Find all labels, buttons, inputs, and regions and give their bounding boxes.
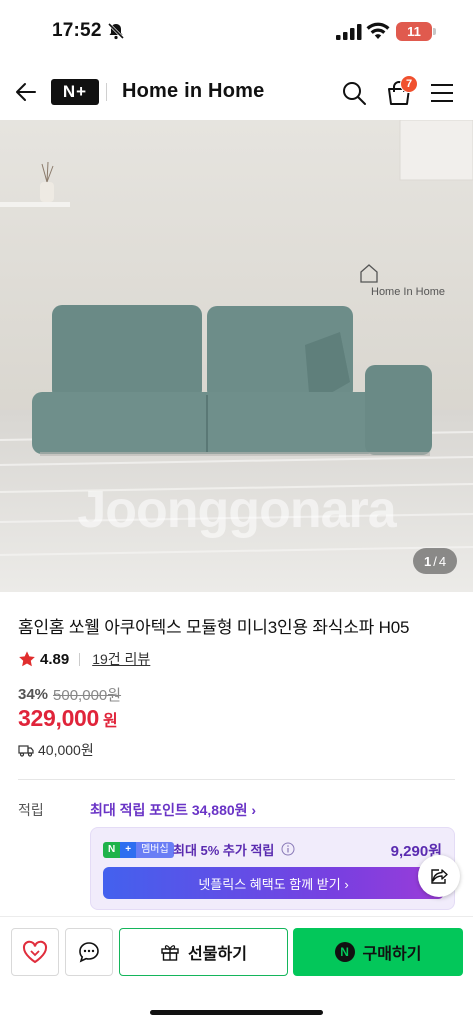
star-icon bbox=[19, 651, 35, 667]
rating-value: 4.89 bbox=[40, 650, 70, 668]
sale-price: 329,000 bbox=[18, 705, 100, 731]
info-icon[interactable] bbox=[281, 842, 295, 856]
gift-button[interactable]: 선물하기 bbox=[119, 928, 288, 976]
status-time: 17:52 bbox=[52, 20, 102, 41]
truck-icon bbox=[18, 745, 34, 757]
naver-pay-icon: N bbox=[334, 942, 355, 962]
back-arrow-icon[interactable] bbox=[14, 80, 38, 104]
pager-total: 4 bbox=[438, 553, 447, 569]
pager-current: 1 bbox=[423, 553, 432, 569]
price-unit: 원 bbox=[103, 713, 118, 730]
cellular-signal-icon bbox=[336, 24, 362, 40]
status-bar: 17:52 11 bbox=[0, 0, 473, 62]
app-header: N+ Home in Home 7 bbox=[0, 62, 473, 120]
shipping-fee: 40,000원 bbox=[38, 742, 94, 758]
pager-separator: / bbox=[433, 553, 437, 569]
original-price: 500,000원 bbox=[53, 687, 122, 704]
membership-benefit-box: N + 멤버십 최대 5% 추가 적립 9,290원 넷플릭스 혜택도 함께 받… bbox=[90, 827, 455, 910]
battery-indicator: 11 bbox=[396, 22, 432, 41]
badge-plus: + bbox=[120, 842, 137, 858]
gift-icon bbox=[161, 945, 179, 961]
store-name[interactable]: Home in Home bbox=[122, 80, 264, 103]
badge-n: N bbox=[103, 842, 121, 858]
cart-count-badge: 7 bbox=[400, 75, 418, 93]
house-icon bbox=[360, 264, 378, 283]
section-divider bbox=[18, 779, 455, 780]
badge-text: 멤버십 bbox=[136, 842, 174, 858]
review-count-link[interactable]: 19건 리뷰 bbox=[92, 649, 150, 669]
netflix-benefit-button[interactable]: 넷플릭스 혜택도 함께 받기 › bbox=[103, 867, 444, 899]
image-pager: 1 / 4 bbox=[413, 548, 457, 574]
membership-badge: N + 멤버십 bbox=[103, 842, 174, 858]
max-points-link[interactable]: 최대 적립 포인트 34,880원 › bbox=[90, 800, 256, 820]
rating-separator bbox=[79, 652, 81, 666]
bottom-action-bar: 선물하기 N 구매하기 bbox=[0, 916, 473, 1024]
share-button[interactable] bbox=[418, 855, 460, 897]
product-image-gallery[interactable]: Home In Home Joonggonara 1 / 4 bbox=[0, 120, 473, 592]
home-indicator bbox=[150, 1010, 323, 1015]
buy-button[interactable]: N 구매하기 bbox=[293, 928, 463, 976]
shipping-row: 40,000원 bbox=[18, 740, 94, 760]
share-icon bbox=[431, 869, 448, 884]
points-label: 적립 bbox=[18, 802, 44, 818]
product-title: 홈인홈 쏘웰 아쿠아텍스 모듈형 미니3인용 좌식소파 H05 bbox=[18, 618, 410, 637]
search-icon[interactable] bbox=[341, 80, 367, 106]
wifi-icon bbox=[366, 22, 390, 39]
discount-rate: 34% bbox=[18, 686, 49, 703]
rating-row: 4.89 19건 리뷰 bbox=[18, 648, 150, 670]
hamburger-menu-icon[interactable] bbox=[430, 82, 454, 104]
bell-muted-icon bbox=[107, 22, 125, 40]
discount-row: 34% 500,000원 bbox=[18, 684, 121, 705]
chat-button[interactable] bbox=[65, 928, 113, 976]
header-divider bbox=[106, 83, 107, 101]
battery-tip bbox=[433, 28, 436, 35]
wishlist-button[interactable] bbox=[11, 928, 59, 976]
naver-plus-logo[interactable]: N+ bbox=[51, 79, 99, 105]
chat-bubble-icon bbox=[79, 942, 99, 963]
heart-icon bbox=[22, 940, 48, 964]
gift-label: 선물하기 bbox=[188, 946, 247, 963]
joonggonara-watermark: Joonggonara bbox=[77, 481, 396, 539]
brand-watermark: Home In Home bbox=[358, 262, 458, 298]
brand-watermark-text: Home In Home bbox=[371, 286, 445, 298]
membership-benefit-text: 최대 5% 추가 적립 bbox=[173, 843, 275, 858]
price-row: 329,000 원 bbox=[18, 705, 118, 732]
buy-label: 구매하기 bbox=[362, 946, 422, 963]
